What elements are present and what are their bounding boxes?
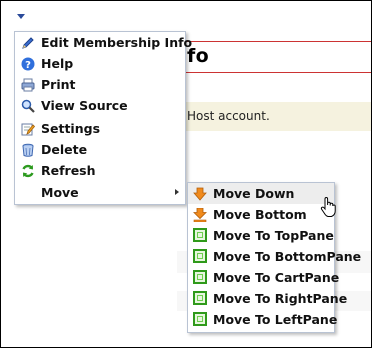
submenu-item-move-bottom[interactable]: Move Bottom [188,204,334,225]
arrow-bottom-icon [193,207,207,223]
settings-icon [21,121,36,136]
menu-item-help[interactable]: ? Help [15,53,185,74]
pencil-icon [21,35,35,49]
submenu-item-move-to-cartpane[interactable]: Move To CartPane [188,267,339,288]
menu-item-label: Print [41,77,76,92]
submenu-item-label: Move To CartPane [213,270,340,285]
context-menu: Edit Membership Info ? Help Print View S… [14,31,192,205]
submenu-item-move-to-leftpane[interactable]: Move To LeftPane [188,309,338,330]
move-submenu: Move Down Move Bottom Move To TopPane Mo… [187,182,361,333]
submenu-item-move-to-rightpane[interactable]: Move To RightPane [188,288,347,309]
pane-icon [193,249,207,263]
menu-item-edit-membership-info[interactable]: Edit Membership Info [15,32,192,53]
submenu-item-label: Move Bottom [213,207,307,222]
menu-item-move[interactable]: Move [15,182,185,203]
menu-item-print[interactable]: Print [15,74,185,95]
submenu-item-move-to-bottompane[interactable]: Move To BottomPane [188,246,361,267]
menu-item-label: Delete [41,142,88,157]
arrow-down-icon [193,186,207,201]
hand-cursor-icon [319,196,339,218]
pane-icon [193,312,207,326]
info-text: Host account. [187,109,270,123]
submenu-item-label: Move To LeftPane [213,312,338,327]
menu-item-label: Move [41,185,79,200]
menu-item-settings[interactable]: Settings [15,118,185,139]
svg-text:?: ? [25,60,31,71]
submenu-item-label: Move Down [213,186,295,201]
menu-item-label: Help [41,56,74,71]
submenu-item-label: Move To BottomPane [213,249,362,264]
window-frame: fo Host account. Edit Membership Info ? … [0,0,372,348]
menu-item-view-source[interactable]: View Source [15,95,185,116]
submenu-item-label: Move To RightPane [213,291,348,306]
submenu-arrow-icon [175,189,179,195]
print-icon [21,77,35,92]
trash-icon [21,142,35,157]
menu-item-label: View Source [41,98,128,113]
menu-item-label: Edit Membership Info [41,35,193,50]
magnifier-icon [21,98,35,113]
submenu-item-label: Move To TopPane [213,228,334,243]
menu-item-label: Settings [41,121,101,136]
menu-item-label: Refresh [41,163,96,178]
pane-icon [193,228,207,242]
pane-icon [193,270,207,284]
refresh-icon [21,163,35,178]
module-actions-caret-icon[interactable] [17,14,25,19]
menu-item-refresh[interactable]: Refresh [15,160,185,181]
pane-icon [193,291,207,305]
help-icon: ? [21,56,35,71]
submenu-item-move-down[interactable]: Move Down [188,183,334,204]
submenu-item-move-to-toppane[interactable]: Move To TopPane [188,225,334,246]
menu-item-delete[interactable]: Delete [15,139,185,160]
